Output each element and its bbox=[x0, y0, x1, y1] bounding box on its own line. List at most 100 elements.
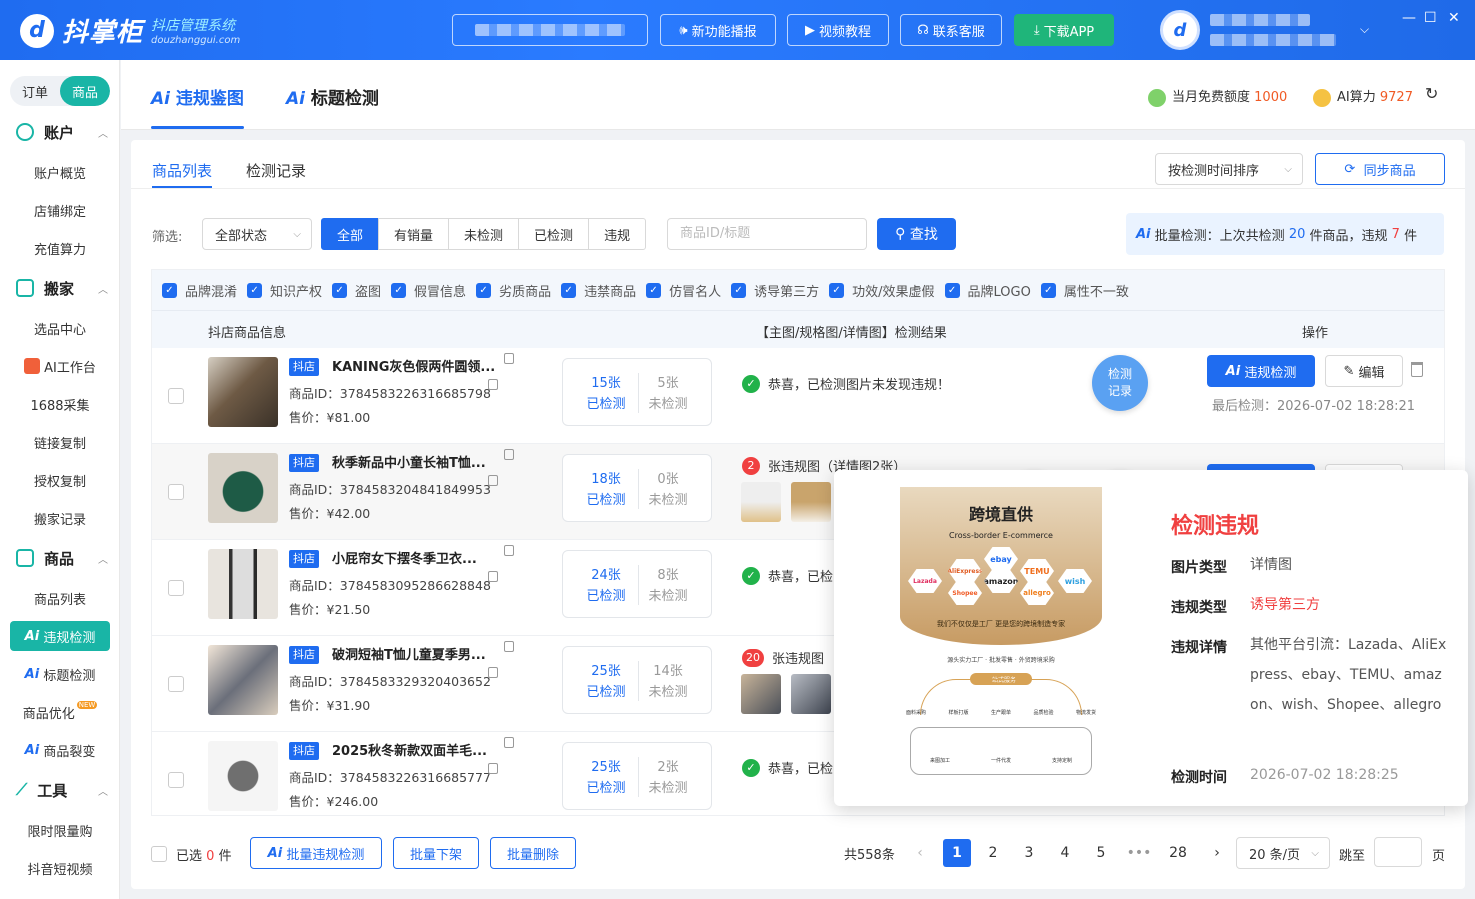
search-input[interactable]: 商品ID/标题 bbox=[667, 218, 867, 250]
check-brand-logo[interactable]: ✓ 品牌LOGO bbox=[944, 281, 1031, 300]
sidebar-item-recharge[interactable]: 充值算力 bbox=[0, 233, 120, 263]
row-checkbox[interactable] bbox=[168, 580, 184, 596]
check-attribute[interactable]: ✓ 属性不一致 bbox=[1040, 281, 1129, 300]
page-size-select[interactable]: 20 条/页 ⌵ bbox=[1236, 837, 1330, 869]
check-fake-info[interactable]: ✓ 假冒信息 bbox=[391, 281, 466, 300]
refresh-icon[interactable]: ↻ bbox=[1425, 84, 1438, 103]
product-thumbnail[interactable] bbox=[208, 741, 278, 811]
copy-icon[interactable] bbox=[504, 641, 514, 652]
user-info[interactable] bbox=[1210, 14, 1336, 46]
product-thumbnail[interactable] bbox=[208, 549, 278, 619]
product-title[interactable]: 小屁帘女下摆冬季卫衣... bbox=[332, 548, 502, 567]
sidebar-item-product-list[interactable]: 商品列表 bbox=[0, 583, 120, 613]
filter-unchecked[interactable]: 未检测 bbox=[448, 218, 520, 250]
check-ip[interactable]: ✓ 知识产权 bbox=[247, 281, 322, 300]
sidebar-item-title-check[interactable]: Ai 标题检测 bbox=[0, 659, 120, 689]
product-thumbnail[interactable] bbox=[208, 357, 278, 427]
row-checkbox[interactable] bbox=[168, 388, 184, 404]
copy-icon[interactable] bbox=[504, 737, 514, 748]
filter-has-sales[interactable]: 有销量 bbox=[378, 218, 450, 250]
violation-image[interactable] bbox=[791, 482, 831, 522]
download-app-button[interactable]: ⤓ 下载APP bbox=[1014, 14, 1114, 46]
violation-detect-button[interactable]: Ai 违规检测 bbox=[1207, 355, 1315, 387]
sidebar-item-account-overview[interactable]: 账户概览 bbox=[0, 157, 120, 187]
video-tutorial-button[interactable]: ▶ 视频教程 bbox=[787, 14, 889, 46]
contact-support-button[interactable]: ☊ 联系客服 bbox=[900, 14, 1002, 46]
copy-icon[interactable] bbox=[504, 449, 514, 460]
sync-products-button[interactable]: ⟳ 同步商品 bbox=[1315, 153, 1445, 185]
sidebar-item-shop-binding[interactable]: 店铺绑定 bbox=[0, 195, 120, 225]
page-3[interactable]: 3 bbox=[1015, 839, 1043, 867]
sidebar-item-product-optimize[interactable]: 商品优化 NEW bbox=[0, 697, 120, 727]
copy-icon[interactable] bbox=[488, 667, 498, 678]
minimize-icon[interactable]: — bbox=[1402, 10, 1416, 26]
next-page-icon[interactable]: › bbox=[1203, 839, 1231, 867]
sidebar-item-selection-center[interactable]: 选品中心 bbox=[0, 313, 120, 343]
product-title[interactable]: 破洞短袖T恤儿童夏季男... bbox=[332, 644, 502, 663]
user-avatar[interactable]: d bbox=[1160, 10, 1200, 50]
switch-orders[interactable]: 订单 bbox=[10, 76, 60, 106]
detection-record-bubble[interactable]: 检测记录 bbox=[1092, 355, 1148, 411]
check-stolen-image[interactable]: ✓ 盗图 bbox=[332, 281, 381, 300]
sidebar-item-auth-copy[interactable]: 授权复制 bbox=[0, 465, 120, 495]
copy-icon[interactable] bbox=[488, 379, 498, 390]
batch-delist-button[interactable]: 批量下架 bbox=[393, 837, 479, 869]
row-checkbox[interactable] bbox=[168, 772, 184, 788]
sidebar-item-short-video[interactable]: 抖音短视频 bbox=[0, 853, 120, 883]
check-brand-confusion[interactable]: ✓ 品牌混淆 bbox=[162, 281, 237, 300]
sidebar-group-move[interactable]: 搬家 ︿ bbox=[0, 270, 120, 306]
check-celebrity[interactable]: ✓ 仿冒名人 bbox=[646, 281, 721, 300]
module-switch[interactable]: 订单 商品 bbox=[10, 76, 110, 106]
product-title[interactable]: 秋季新品中小童长袖T恤... bbox=[332, 452, 502, 471]
row-checkbox[interactable] bbox=[168, 676, 184, 692]
tab-violation-image[interactable]: Ai 违规鉴图 bbox=[151, 84, 244, 109]
copy-icon[interactable] bbox=[488, 763, 498, 774]
search-button[interactable]: ⚲ 查找 bbox=[877, 218, 956, 250]
sidebar-item-ai-workbench[interactable]: AI工作台 bbox=[0, 351, 120, 381]
violation-image[interactable] bbox=[791, 674, 831, 714]
trash-icon[interactable] bbox=[1411, 362, 1423, 377]
check-inferior[interactable]: ✓ 劣质商品 bbox=[476, 281, 551, 300]
prev-page-icon[interactable]: ‹ bbox=[906, 839, 934, 867]
filter-violation[interactable]: 违规 bbox=[588, 218, 647, 250]
filter-all[interactable]: 全部 bbox=[321, 218, 380, 250]
copy-icon[interactable] bbox=[488, 475, 498, 486]
copy-icon[interactable] bbox=[488, 571, 498, 582]
sidebar-item-violation-check[interactable]: Ai 违规检测 bbox=[10, 621, 110, 651]
filter-checked[interactable]: 已检测 bbox=[518, 218, 590, 250]
sidebar-group-products[interactable]: 商品 ︿ bbox=[0, 540, 120, 576]
edit-button[interactable]: ✎ 编辑 bbox=[1325, 355, 1403, 387]
product-thumbnail[interactable] bbox=[208, 453, 278, 523]
page-5[interactable]: 5 bbox=[1087, 839, 1115, 867]
switch-products[interactable]: 商品 bbox=[60, 76, 110, 106]
product-title[interactable]: KANING灰色假两件圆领... bbox=[332, 356, 502, 375]
sidebar-group-tools[interactable]: ⟋ 工具 ︿ bbox=[0, 772, 120, 808]
select-all-checkbox[interactable] bbox=[151, 846, 167, 862]
sidebar-item-link-copy[interactable]: 链接复制 bbox=[0, 427, 120, 457]
page-28[interactable]: 28 bbox=[1164, 839, 1192, 867]
product-thumbnail[interactable] bbox=[208, 645, 278, 715]
tab-title-check[interactable]: Ai 标题检测 bbox=[286, 84, 379, 109]
new-feature-button[interactable]: 🕪 新功能播报 bbox=[660, 14, 776, 46]
row-checkbox[interactable] bbox=[168, 484, 184, 500]
copy-icon[interactable] bbox=[504, 353, 514, 364]
batch-detect-button[interactable]: Ai 批量违规检测 bbox=[250, 837, 382, 869]
check-prohibited[interactable]: ✓ 违禁商品 bbox=[561, 281, 636, 300]
check-false-effect[interactable]: ✓ 功效/效果虚假 bbox=[829, 281, 935, 300]
chevron-down-icon[interactable]: ⌵ bbox=[1360, 22, 1369, 37]
tab-product-list[interactable]: 商品列表 bbox=[152, 160, 212, 181]
batch-delete-button[interactable]: 批量删除 bbox=[490, 837, 576, 869]
copy-icon[interactable] bbox=[504, 545, 514, 556]
violation-image[interactable] bbox=[741, 482, 781, 522]
page-1[interactable]: 1 bbox=[943, 839, 971, 867]
page-2[interactable]: 2 bbox=[979, 839, 1007, 867]
page-ellipsis[interactable]: ••• bbox=[1125, 839, 1153, 867]
sidebar-item-product-fission[interactable]: Ai 商品裂变 bbox=[0, 735, 120, 765]
jump-page-input[interactable] bbox=[1374, 837, 1422, 867]
status-select[interactable]: 全部状态 ⌵ bbox=[202, 218, 312, 250]
sidebar-group-account[interactable]: 账户 ︿ bbox=[0, 114, 120, 150]
tab-detection-records[interactable]: 检测记录 bbox=[246, 160, 306, 181]
product-title[interactable]: 2025秋冬新款双面羊毛... bbox=[332, 740, 502, 759]
check-third-party[interactable]: ✓ 诱导第三方 bbox=[731, 281, 819, 300]
shop-selector[interactable] bbox=[452, 14, 648, 46]
